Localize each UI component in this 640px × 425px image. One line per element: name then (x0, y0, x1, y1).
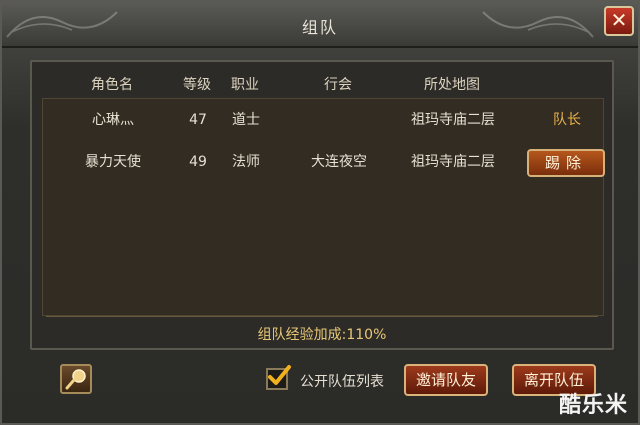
exp-bonus-text: 组队经验加成:110% (257, 327, 387, 343)
member-list: 心琳灬 47 道士 祖玛寺庙二层 队长 暴力天使 49 法师 大连夜空 祖玛寺庙… (42, 98, 605, 316)
close-button[interactable]: ✕ (604, 6, 634, 36)
member-class: 道士 (232, 112, 260, 128)
member-level: 49 (189, 154, 207, 170)
member-name: 暴力天使 (85, 154, 141, 170)
table-row[interactable]: 心琳灬 47 道士 祖玛寺庙二层 队长 (43, 105, 603, 135)
header-name: 角色名 (91, 77, 133, 93)
header-map: 所处地图 (424, 77, 480, 93)
leader-badge: 队长 (553, 112, 581, 128)
kick-button[interactable]: 踢除 (527, 149, 605, 177)
member-level: 47 (189, 112, 207, 128)
table-header: 角色名 等级 职业 行会 所处地图 (32, 74, 612, 94)
magnifier-icon (65, 369, 86, 390)
checkmark-icon (268, 365, 291, 385)
chat-button[interactable] (60, 364, 92, 394)
member-guild: 大连夜空 (311, 154, 367, 170)
header-level: 等级 (183, 77, 211, 93)
public-list-label: 公开队伍列表 (300, 374, 384, 390)
member-map: 祖玛寺庙二层 (411, 112, 495, 128)
team-window: 组队 ✕ 角色名 等级 职业 行会 所处地图 心琳灬 47 道士 祖玛寺庙二层 … (0, 0, 640, 425)
header-class: 职业 (231, 77, 259, 93)
member-name: 心琳灬 (92, 112, 134, 128)
invite-button[interactable]: 邀请队友 (404, 364, 488, 396)
close-icon: ✕ (610, 8, 628, 32)
team-list-panel: 角色名 等级 职业 行会 所处地图 心琳灬 47 道士 祖玛寺庙二层 队长 暴力… (30, 60, 614, 350)
public-list-checkbox[interactable] (266, 365, 291, 390)
member-class: 法师 (232, 154, 260, 170)
title-bar: 组队 ✕ (2, 2, 638, 48)
member-map: 祖玛寺庙二层 (411, 154, 495, 170)
header-guild: 行会 (324, 77, 352, 93)
window-title: 组队 (301, 18, 338, 37)
table-row[interactable]: 暴力天使 49 法师 大连夜空 祖玛寺庙二层 踢除 (43, 147, 605, 177)
watermark: 酷乐米 (558, 393, 628, 418)
divider (46, 316, 598, 317)
